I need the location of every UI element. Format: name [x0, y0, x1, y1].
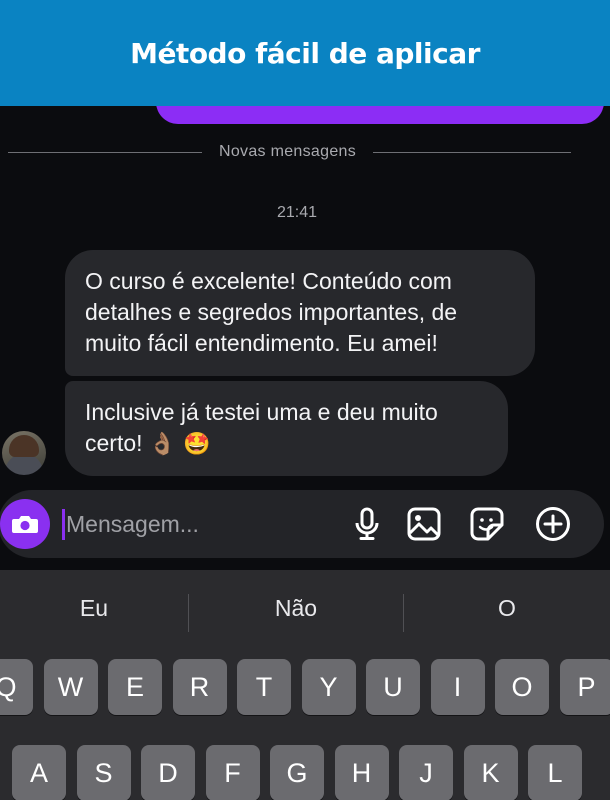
- microphone-icon: [355, 507, 379, 540]
- suggestion-item[interactable]: Não: [189, 570, 403, 646]
- key-h[interactable]: H: [334, 745, 389, 800]
- suggestion-item[interactable]: O: [404, 570, 610, 646]
- divider-label: Novas mensagens: [219, 143, 357, 160]
- new-messages-divider: Novas mensagens: [8, 141, 602, 163]
- suggestion-bar: Eu Não O: [0, 570, 610, 646]
- key-w[interactable]: W: [43, 659, 98, 715]
- banner-title: Método fácil de aplicar: [130, 36, 480, 70]
- key-o[interactable]: O: [495, 659, 549, 715]
- key-u[interactable]: U: [366, 659, 420, 715]
- microphone-button[interactable]: [348, 505, 386, 543]
- avatar[interactable]: [2, 431, 46, 475]
- camera-icon: [12, 516, 38, 533]
- key-y[interactable]: Y: [301, 659, 356, 715]
- message-emojis: 👌🏽 🤩: [148, 432, 211, 457]
- key-q[interactable]: Q: [0, 659, 33, 715]
- header-banner: Método fácil de aplicar: [0, 0, 610, 106]
- key-i[interactable]: I: [430, 659, 485, 715]
- message-text: Inclusive já testei uma e deu muito cert…: [85, 399, 438, 456]
- key-k[interactable]: K: [463, 745, 518, 800]
- divider-line: [373, 151, 572, 153]
- key-t[interactable]: T: [237, 659, 291, 715]
- key-r[interactable]: R: [172, 659, 227, 715]
- received-message-bubble[interactable]: Inclusive já testei uma e deu muito cert…: [65, 381, 508, 476]
- more-button[interactable]: [534, 505, 572, 543]
- key-g[interactable]: G: [270, 745, 324, 800]
- received-message-bubble[interactable]: O curso é excelente! Conteúdo com detalh…: [65, 250, 535, 376]
- key-s[interactable]: S: [76, 745, 131, 800]
- gallery-button[interactable]: [405, 505, 443, 543]
- divider-line: [8, 151, 202, 153]
- keyboard: Eu Não O QWERTYUIOP ASDFGHJKL: [0, 570, 610, 800]
- key-p[interactable]: P: [559, 659, 610, 715]
- message-timestamp: 21:41: [276, 204, 318, 221]
- text-cursor: [62, 509, 65, 540]
- message-composer: [0, 490, 604, 558]
- message-text: O curso é excelente! Conteúdo com detalh…: [85, 268, 458, 356]
- key-l[interactable]: L: [528, 745, 582, 800]
- key-e[interactable]: E: [108, 659, 162, 715]
- key-j[interactable]: J: [399, 745, 453, 800]
- sticker-icon: [470, 507, 504, 541]
- key-f[interactable]: F: [205, 745, 260, 800]
- suggestion-item[interactable]: Eu: [0, 570, 188, 646]
- sticker-button[interactable]: [468, 505, 506, 543]
- message-input[interactable]: [66, 504, 326, 544]
- image-icon: [407, 507, 441, 541]
- key-d[interactable]: D: [141, 745, 195, 800]
- camera-button[interactable]: [0, 499, 50, 549]
- key-a[interactable]: A: [12, 745, 66, 800]
- plus-circle-icon: [536, 507, 570, 541]
